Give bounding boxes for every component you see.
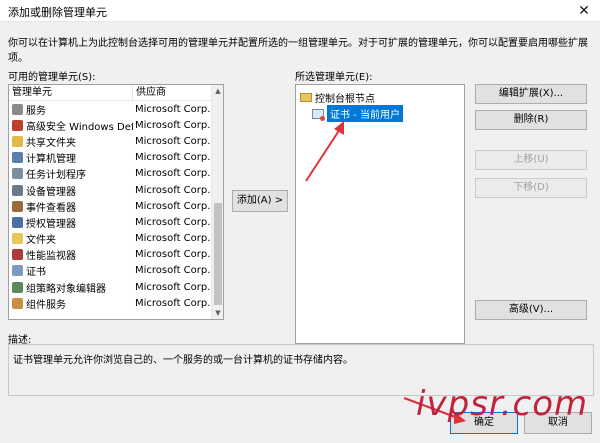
- list-item-name-cell: 共享文件夹: [9, 134, 133, 149]
- list-item[interactable]: 事件查看器 Microsoft Corp...: [9, 198, 223, 214]
- list-item-vendor: Microsoft Corp...: [135, 233, 213, 245]
- list-item[interactable]: 计算机管理 Microsoft Corp...: [9, 150, 223, 166]
- site-watermark: ivpsr.com: [416, 384, 589, 424]
- list-item-name: 服务: [26, 105, 46, 117]
- available-snapins-label: 可用的管理单元(S):: [8, 72, 96, 83]
- list-item-vendor: Microsoft Corp...: [135, 152, 213, 164]
- computer-icon: [12, 152, 23, 164]
- policy-icon: [12, 281, 23, 293]
- intro-text: 你可以在计算机上为此控制台选择可用的管理单元并配置所选的一组管理单元。对于可扩展…: [8, 38, 588, 64]
- title-bar: 添加或删除管理单元 ✕: [0, 0, 600, 22]
- list-item-vendor: Microsoft Corp...: [135, 216, 213, 228]
- certificate-icon: [12, 265, 23, 277]
- move-up-button[interactable]: 上移(U): [475, 150, 587, 170]
- annotation-arrow: [305, 121, 344, 182]
- list-item-name-cell: 计算机管理: [9, 150, 133, 165]
- list-item-vendor: Microsoft Corp...: [135, 119, 213, 131]
- remove-button[interactable]: 删除(R): [475, 110, 587, 130]
- window-title: 添加或删除管理单元: [8, 6, 107, 19]
- list-item-vendor: Microsoft Corp...: [135, 281, 213, 293]
- list-item[interactable]: 共享文件夹 Microsoft Corp...: [9, 133, 223, 149]
- selected-snapins-label: 所选管理单元(E):: [295, 72, 373, 83]
- event-log-icon: [12, 200, 23, 212]
- list-item[interactable]: 设备管理器 Microsoft Corp...: [9, 182, 223, 198]
- list-item[interactable]: 组件服务 Microsoft Corp...: [9, 295, 223, 311]
- list-item-name: 授权管理器: [26, 218, 76, 230]
- list-item-name: 设备管理器: [26, 186, 76, 198]
- column-header-vendor[interactable]: 供应商: [133, 85, 213, 100]
- list-item-name-cell: 证书: [9, 263, 133, 278]
- add-button[interactable]: 添加(A) >: [232, 190, 288, 212]
- edit-extensions-button[interactable]: 编辑扩展(X)...: [475, 84, 587, 104]
- monitor-icon: [12, 249, 23, 261]
- list-item-name: 共享文件夹: [26, 137, 76, 149]
- folder-share-icon: [12, 135, 23, 147]
- list-item-vendor: Microsoft Corp...: [135, 297, 213, 309]
- list-item[interactable]: 文件夹 Microsoft Corp...: [9, 231, 223, 247]
- list-item-vendor: Microsoft Corp...: [135, 135, 213, 147]
- list-item-vendor: Microsoft Corp...: [135, 168, 213, 180]
- list-scrollbar[interactable]: ▲ ▼: [211, 85, 223, 319]
- components-icon: [12, 297, 23, 309]
- folder-icon: [12, 233, 23, 245]
- list-item-name-cell: 组策略对象编辑器: [9, 280, 133, 295]
- clock-icon: [12, 168, 23, 180]
- column-header-name[interactable]: 管理单元: [9, 85, 133, 100]
- scroll-down-icon[interactable]: ▼: [212, 307, 223, 319]
- list-item-name-cell: 组件服务: [9, 296, 133, 311]
- selected-snapins-tree[interactable]: 控制台根节点 证书 - 当前用户: [295, 84, 465, 344]
- list-item[interactable]: 授权管理器 Microsoft Corp...: [9, 214, 223, 230]
- firewall-icon: [12, 119, 23, 131]
- list-item-name-cell: 设备管理器: [9, 183, 133, 198]
- list-item[interactable]: 任务计划程序 Microsoft Corp...: [9, 166, 223, 182]
- list-item-vendor: Microsoft Corp...: [135, 103, 213, 115]
- list-item-name-cell: 文件夹: [9, 231, 133, 246]
- available-snapins-list[interactable]: 管理单元 供应商 服务 Microsoft Corp... 高级安全 Windows…: [8, 84, 224, 320]
- list-item-name: 文件夹: [26, 235, 56, 247]
- list-item-vendor: Microsoft Corp...: [135, 249, 213, 261]
- list-item-vendor: Microsoft Corp...: [135, 265, 213, 277]
- list-item-name: 事件查看器: [26, 202, 76, 214]
- list-item[interactable]: 证书 Microsoft Corp...: [9, 263, 223, 279]
- dialog-body: 你可以在计算机上为此控制台选择可用的管理单元并配置所选的一组管理单元。对于可扩展…: [0, 22, 600, 443]
- device-icon: [12, 184, 23, 196]
- list-item-name-cell: 任务计划程序: [9, 166, 133, 181]
- list-item-name-cell: 授权管理器: [9, 215, 133, 230]
- list-item-name: 任务计划程序: [26, 170, 86, 182]
- list-item-vendor: Microsoft Corp...: [135, 200, 213, 212]
- list-item[interactable]: 性能监视器 Microsoft Corp...: [9, 247, 223, 263]
- advanced-button[interactable]: 高级(V)...: [475, 300, 587, 320]
- list-header: 管理单元 供应商: [9, 85, 223, 101]
- move-down-button[interactable]: 下移(D): [475, 178, 587, 198]
- list-item-name: 性能监视器: [26, 251, 76, 263]
- list-item-name: 计算机管理: [26, 154, 76, 166]
- list-item[interactable]: 高级安全 Windows Def... Microsoft Corp...: [9, 117, 223, 133]
- close-icon[interactable]: ✕: [574, 1, 594, 21]
- list-rows: 服务 Microsoft Corp... 高级安全 Windows Def... Mi…: [9, 101, 223, 311]
- gear-icon: [12, 103, 23, 115]
- scroll-thumb[interactable]: [214, 203, 222, 305]
- list-item-name-cell: 事件查看器: [9, 199, 133, 214]
- list-item-name: 组策略对象编辑器: [26, 283, 106, 295]
- list-item-name: 高级安全 Windows Def...: [26, 121, 133, 133]
- list-item-vendor: Microsoft Corp...: [135, 184, 213, 196]
- description-text: 证书管理单元允许你浏览自己的、一个服务的或一台计算机的证书存储内容。: [13, 355, 353, 366]
- list-item-name: 组件服务: [26, 299, 66, 311]
- list-item-name-cell: 服务: [9, 102, 133, 117]
- list-item-name-cell: 性能监视器: [9, 247, 133, 262]
- list-item-name: 证书: [26, 267, 46, 279]
- auth-icon: [12, 216, 23, 228]
- scroll-up-icon[interactable]: ▲: [212, 85, 223, 97]
- list-item[interactable]: 组策略对象编辑器 Microsoft Corp...: [9, 279, 223, 295]
- list-item[interactable]: 服务 Microsoft Corp...: [9, 101, 223, 117]
- list-item-name-cell: 高级安全 Windows Def...: [9, 118, 133, 133]
